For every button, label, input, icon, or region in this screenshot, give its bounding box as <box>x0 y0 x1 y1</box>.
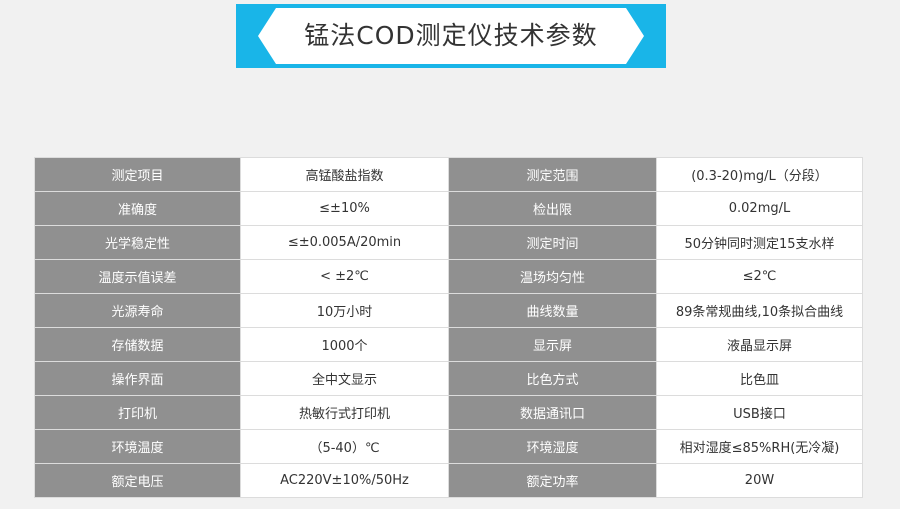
spec-label: 测定项目 <box>34 157 241 192</box>
spec-value: 比色皿 <box>656 361 863 396</box>
spec-value: 高锰酸盐指数 <box>240 157 449 192</box>
table-row: 额定电压 AC220V±10%/50Hz 额定功率 20W <box>34 463 863 498</box>
spec-label: 环境温度 <box>34 429 241 464</box>
table-row: 光学稳定性 ≤±0.005A/20min 测定时间 50分钟同时测定15支水样 <box>34 225 863 260</box>
page-title: 锰法COD测定仪技术参数 <box>304 21 598 50</box>
spec-label: 检出限 <box>448 191 657 226</box>
spec-label: 比色方式 <box>448 361 657 396</box>
spec-label: 环境湿度 <box>448 429 657 464</box>
spec-value: (0.3-20)mg/L（分段） <box>656 157 863 192</box>
spec-label: 打印机 <box>34 395 241 430</box>
spec-value: ≤2℃ <box>656 259 863 294</box>
spec-label: 光学稳定性 <box>34 225 241 260</box>
spec-label: 存储数据 <box>34 327 241 362</box>
table-row: 准确度 ≤±10% 检出限 0.02mg/L <box>34 191 863 226</box>
spec-table: 测定项目 高锰酸盐指数 测定范围 (0.3-20)mg/L（分段） 准确度 ≤±… <box>34 157 863 498</box>
spec-value: < ±2℃ <box>240 259 449 294</box>
spec-value: 0.02mg/L <box>656 191 863 226</box>
spec-label: 额定功率 <box>448 463 657 498</box>
spec-label: 测定范围 <box>448 157 657 192</box>
spec-value: 热敏行式打印机 <box>240 395 449 430</box>
table-row: 测定项目 高锰酸盐指数 测定范围 (0.3-20)mg/L（分段） <box>34 157 863 192</box>
table-row: 环境温度 （5-40）℃ 环境湿度 相对湿度≤85%RH(无冷凝) <box>34 429 863 464</box>
spec-value: 1000个 <box>240 327 449 362</box>
spec-label: 准确度 <box>34 191 241 226</box>
spec-label: 操作界面 <box>34 361 241 396</box>
spec-value: AC220V±10%/50Hz <box>240 463 449 498</box>
spec-label: 数据通讯口 <box>448 395 657 430</box>
table-row: 温度示值误差 < ±2℃ 温场均匀性 ≤2℃ <box>34 259 863 294</box>
title-banner: 锰法COD测定仪技术参数 <box>236 4 666 68</box>
spec-value: 全中文显示 <box>240 361 449 396</box>
spec-label: 温度示值误差 <box>34 259 241 294</box>
spec-value: 50分钟同时测定15支水样 <box>656 225 863 260</box>
spec-value: ≤±0.005A/20min <box>240 225 449 260</box>
table-row: 操作界面 全中文显示 比色方式 比色皿 <box>34 361 863 396</box>
spec-label: 测定时间 <box>448 225 657 260</box>
table-row: 打印机 热敏行式打印机 数据通讯口 USB接口 <box>34 395 863 430</box>
spec-value: （5-40）℃ <box>240 429 449 464</box>
spec-value: 液晶显示屏 <box>656 327 863 362</box>
spec-label: 显示屏 <box>448 327 657 362</box>
spec-value: 相对湿度≤85%RH(无冷凝) <box>656 429 863 464</box>
spec-value: 89条常规曲线,10条拟合曲线 <box>656 293 863 328</box>
spec-value: ≤±10% <box>240 191 449 226</box>
spec-label: 曲线数量 <box>448 293 657 328</box>
spec-value: 20W <box>656 463 863 498</box>
spec-value: 10万小时 <box>240 293 449 328</box>
table-row: 光源寿命 10万小时 曲线数量 89条常规曲线,10条拟合曲线 <box>34 293 863 328</box>
spec-label: 温场均匀性 <box>448 259 657 294</box>
table-row: 存储数据 1000个 显示屏 液晶显示屏 <box>34 327 863 362</box>
spec-value: USB接口 <box>656 395 863 430</box>
spec-label: 光源寿命 <box>34 293 241 328</box>
spec-label: 额定电压 <box>34 463 241 498</box>
